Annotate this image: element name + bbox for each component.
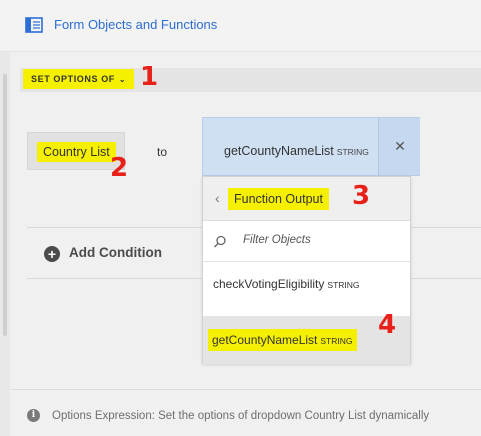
chevron-down-icon: ⌄ bbox=[118, 75, 127, 84]
chevron-left-icon[interactable]: ‹ bbox=[215, 190, 220, 206]
function-name: checkVotingEligibility bbox=[213, 277, 325, 291]
set-options-dropdown[interactable]: SET OPTIONS OF ⌄ bbox=[23, 69, 135, 89]
list-item[interactable]: checkVotingEligibility STRING bbox=[203, 263, 410, 305]
left-scrollbar[interactable] bbox=[0, 52, 10, 436]
selected-function-chip[interactable]: getCountyNameList STRING ✕ bbox=[202, 117, 420, 176]
close-icon: ✕ bbox=[394, 138, 406, 154]
info-icon: i bbox=[27, 409, 40, 422]
panel-title[interactable]: Form Objects and Functions bbox=[54, 17, 217, 32]
selected-function-name: getCountyNameList STRING bbox=[224, 144, 369, 158]
plus-circle-icon: + bbox=[44, 246, 60, 262]
dropdown-category-label: Function Output bbox=[228, 188, 329, 210]
source-field-label: Country List bbox=[37, 142, 116, 162]
search-icon bbox=[214, 235, 226, 248]
expression-summary-text: Options Expression: Set the options of d… bbox=[52, 410, 430, 422]
expression-summary-bar: i Options Expression: Set the options of… bbox=[10, 389, 481, 436]
connector-label: to bbox=[157, 145, 168, 159]
clear-selection-button[interactable]: ✕ bbox=[378, 118, 420, 175]
filter-objects-input[interactable] bbox=[243, 234, 393, 246]
annotation-marker: 2 bbox=[110, 153, 129, 183]
annotation-marker: 4 bbox=[378, 310, 397, 340]
top-bar: Form Objects and Functions bbox=[0, 0, 481, 52]
add-condition-label: Add Condition bbox=[69, 245, 162, 260]
annotation-marker: 3 bbox=[352, 181, 371, 211]
dropdown-category-header[interactable]: ‹ Function Output bbox=[203, 177, 410, 221]
annotation-marker: 1 bbox=[140, 62, 159, 92]
function-type: STRING bbox=[320, 336, 353, 346]
scrollbar-thumb[interactable] bbox=[3, 74, 7, 336]
selected-function-type: STRING bbox=[336, 147, 369, 157]
function-name: getCountyNameList bbox=[212, 333, 318, 347]
function-type: STRING bbox=[327, 280, 360, 290]
form-objects-icon[interactable] bbox=[25, 17, 43, 33]
set-options-label: SET OPTIONS OF bbox=[31, 74, 115, 84]
filter-objects-search bbox=[203, 222, 410, 262]
